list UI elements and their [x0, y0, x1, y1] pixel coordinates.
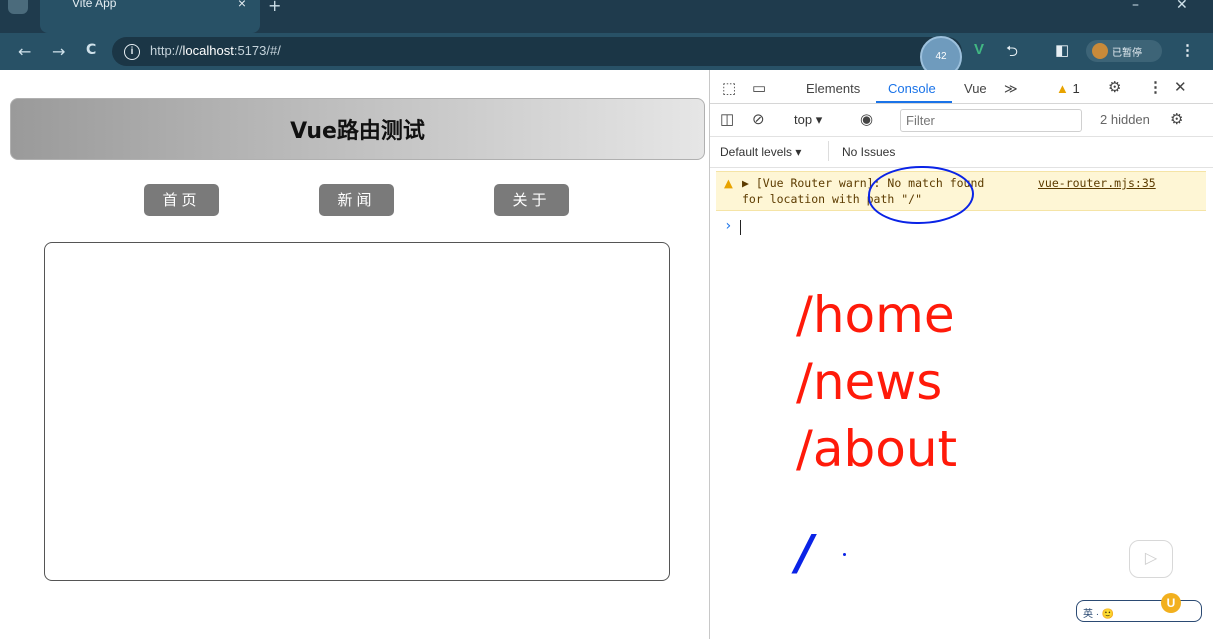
nav-home-button[interactable]: 首页: [144, 184, 219, 216]
play-icon[interactable]: ▷: [1129, 540, 1173, 578]
devtools-tab-bar: ⬚ ▭ Elements Console Vue ≫ ▲ 1 ⚙ ⋮ ✕: [710, 70, 1213, 104]
site-info-icon[interactable]: i: [124, 44, 140, 60]
annotation-news: /news: [796, 353, 943, 411]
sidebar-toggle-icon[interactable]: ◫: [720, 110, 734, 128]
reload-button[interactable]: C: [86, 42, 96, 58]
hidden-count: 2 hidden: [1100, 112, 1150, 127]
vue-devtools-extension-icon[interactable]: V: [974, 41, 984, 58]
tab-close-icon[interactable]: ×: [238, 0, 246, 11]
divider: [828, 141, 829, 161]
console-settings-icon[interactable]: ⚙: [1170, 110, 1183, 128]
log-levels-dropdown[interactable]: Default levels ▾: [720, 145, 801, 159]
source-link[interactable]: vue-router.mjs:35: [1038, 176, 1156, 190]
active-tab-indicator: [876, 101, 952, 103]
new-tab-button[interactable]: +: [268, 0, 281, 15]
window-menu-icon[interactable]: [8, 0, 28, 14]
console-levels-bar: Default levels ▾ No Issues: [710, 137, 1213, 168]
devtools-panel: ⬚ ▭ Elements Console Vue ≫ ▲ 1 ⚙ ⋮ ✕ ◫ ⊘…: [709, 70, 1213, 639]
close-devtools-icon[interactable]: ✕: [1174, 78, 1187, 96]
devtools-menu-icon[interactable]: ⋮: [1148, 78, 1163, 96]
profile-label: 已暂停: [1112, 48, 1142, 59]
ime-label: 英 · 🙂: [1083, 609, 1115, 620]
inspect-element-icon[interactable]: ⬚: [722, 79, 736, 97]
warning-count: 1: [1072, 81, 1080, 96]
tab-console[interactable]: Console: [888, 81, 936, 96]
ime-widget[interactable]: 英 · 🙂 U: [1076, 593, 1202, 622]
address-url[interactable]: http://localhost:5173/#/: [150, 43, 281, 58]
settings-gear-icon[interactable]: ⚙: [1108, 78, 1121, 96]
page-title: Vue路由测试: [290, 119, 425, 144]
nav-about-button[interactable]: 关于: [494, 184, 569, 216]
avatar: [1092, 43, 1108, 59]
nav-news-button[interactable]: 新闻: [319, 184, 394, 216]
side-panel-icon[interactable]: ◧: [1055, 41, 1069, 59]
address-bar[interactable]: i http://localhost:5173/#/: [112, 37, 962, 66]
url-path: :5173/#/: [233, 43, 281, 58]
annotation-home: /home: [796, 286, 955, 344]
page-header: Vue路由测试: [10, 98, 705, 160]
annotation-about: /about: [796, 420, 958, 478]
browser-menu-icon[interactable]: ⋮: [1180, 41, 1195, 59]
device-toggle-icon[interactable]: ▭: [752, 79, 766, 97]
context-selector[interactable]: top ▾: [794, 112, 822, 128]
tab-title: Vite App: [72, 0, 117, 10]
extensions-icon[interactable]: ⮌: [1006, 41, 1018, 66]
router-view-container: [44, 242, 670, 581]
back-button[interactable]: ←: [18, 42, 31, 61]
forward-button[interactable]: →: [52, 42, 65, 61]
browser-tab-strip: Vite App × + – ✕: [0, 0, 1213, 34]
console-input-caret[interactable]: [740, 220, 741, 235]
warning-icon: ▲: [724, 176, 733, 190]
annotation-dot: [843, 553, 846, 556]
ime-logo-icon: U: [1161, 593, 1181, 613]
browser-toolbar: ← → C i http://localhost:5173/#/: [0, 33, 1213, 70]
filter-input[interactable]: Filter: [900, 109, 1082, 132]
console-toolbar: ◫ ⊘ top ▾ ◉ Filter 2 hidden ⚙: [710, 104, 1213, 137]
issues-button[interactable]: No Issues: [842, 145, 895, 159]
browser-tab[interactable]: Vite App ×: [40, 0, 260, 33]
context-label: top: [794, 112, 813, 127]
annotation-slash: /: [796, 525, 814, 581]
profile-button[interactable]: 已暂停: [1086, 40, 1162, 62]
clear-console-icon[interactable]: ⊘: [752, 110, 765, 128]
warning-icon: ▲: [1056, 81, 1069, 96]
tab-vue[interactable]: Vue: [964, 81, 987, 96]
page-viewport: Vue路由测试 首页 新闻 关于: [0, 70, 708, 639]
tab-elements[interactable]: Elements: [806, 81, 860, 96]
filter-placeholder: Filter: [906, 113, 935, 128]
annotation-circle: [868, 166, 974, 224]
warning-counter[interactable]: ▲ 1: [1056, 81, 1080, 96]
minimize-button[interactable]: –: [1132, 0, 1139, 13]
more-tabs-icon[interactable]: ≫: [1004, 81, 1018, 97]
eye-icon[interactable]: ◉: [860, 110, 873, 128]
console-prompt-icon: ›: [724, 218, 733, 234]
url-scheme: http://: [150, 43, 183, 58]
close-window-button[interactable]: ✕: [1176, 0, 1188, 13]
url-host: localhost: [182, 43, 234, 58]
chevron-down-icon: ▾: [815, 112, 823, 127]
